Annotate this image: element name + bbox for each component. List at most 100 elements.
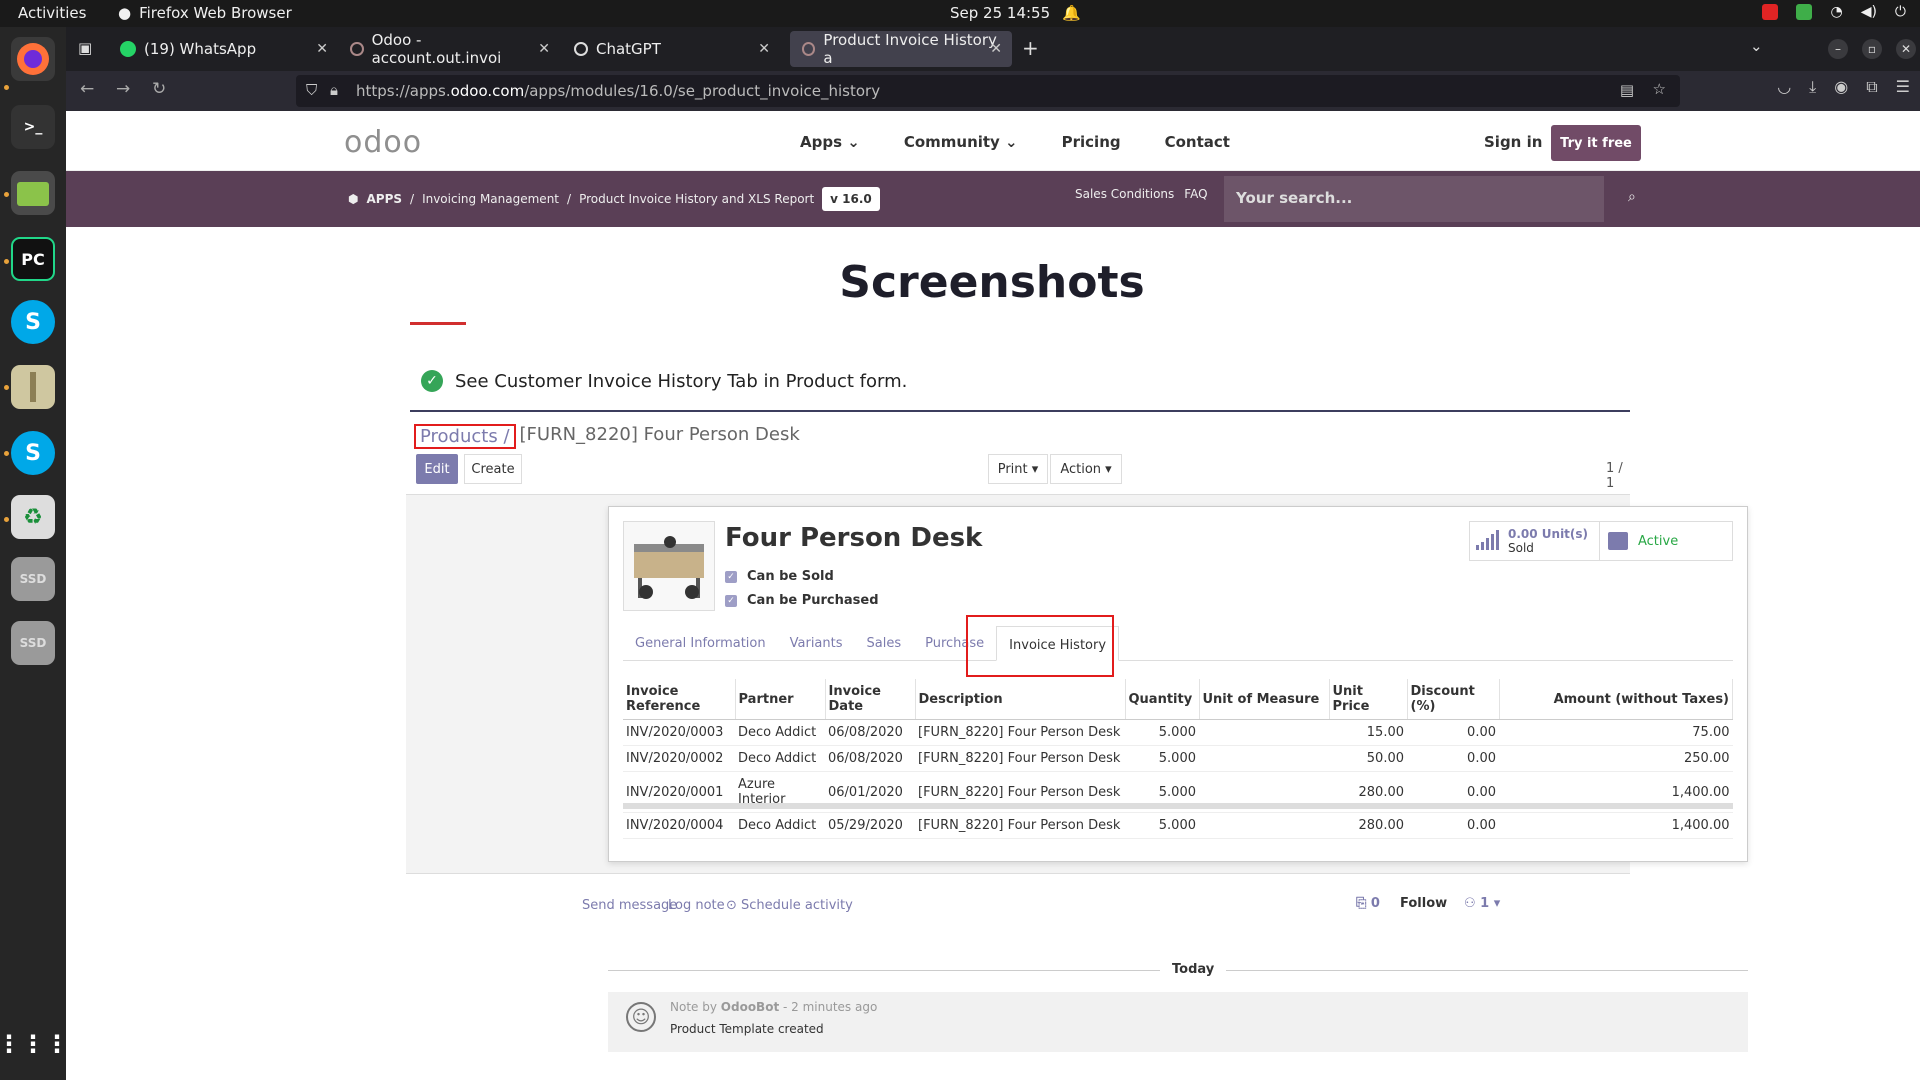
power-icon[interactable]: ⏻ [1895, 4, 1906, 20]
checkbox-icon[interactable]: ✓ [725, 570, 737, 583]
can-be-sold-checkbox[interactable]: ✓ Can be Sold [725, 569, 834, 584]
faq-link[interactable]: FAQ [1184, 187, 1207, 201]
tab-variants[interactable]: Variants [778, 625, 855, 660]
restore-button[interactable]: ▫ [1862, 39, 1882, 59]
download-icon[interactable]: ⤓ [1809, 77, 1816, 97]
col-amount[interactable]: Amount (without Taxes) [1499, 679, 1733, 720]
pocket-icon[interactable]: ◡ [1777, 77, 1791, 97]
close-icon[interactable]: ✕ [538, 41, 550, 57]
col-quantity[interactable]: Quantity [1125, 679, 1200, 720]
volume-icon[interactable]: ◀) [1861, 4, 1877, 20]
col-unit-price[interactable]: Unit Price [1329, 679, 1408, 720]
nav-community[interactable]: Community ⌄ [904, 133, 1018, 151]
account-icon[interactable]: ◉ [1834, 77, 1848, 97]
sold-value: 0.00 Unit(s) [1508, 527, 1589, 541]
nav-contact[interactable]: Contact [1165, 133, 1230, 151]
log-note-button[interactable]: Log note [668, 898, 725, 913]
col-description[interactable]: Description [915, 679, 1126, 720]
breadcrumb-apps[interactable]: APPS [366, 192, 402, 206]
trash-dock-icon[interactable]: ♻ [11, 495, 55, 539]
col-unit-of-measure[interactable]: Unit of Measure [1199, 679, 1330, 720]
ssd-drive-icon-2[interactable]: SSD [11, 621, 55, 665]
tab-odoo-invoice[interactable]: Odoo - account.out.invoi ✕ [338, 31, 560, 67]
clock[interactable]: Sep 25 14:55 🔔 [950, 4, 1081, 22]
print-dropdown[interactable]: Print ▾ [988, 454, 1048, 484]
search-icon[interactable]: ⌕ [1628, 189, 1636, 205]
firefox-dock-icon[interactable] [11, 37, 55, 81]
try-free-button[interactable]: Try it free [1551, 125, 1641, 161]
files-dock-icon[interactable] [11, 171, 55, 215]
url-bar[interactable]: ⛉ 🔒︎ https://apps. odoo.com/apps/modules/… [296, 75, 1680, 107]
tab-general-information[interactable]: General Information [623, 625, 778, 660]
schedule-activity-button[interactable]: ⊙ Schedule activity [726, 898, 853, 913]
close-icon[interactable]: ✕ [316, 41, 328, 57]
info-links: Sales Conditions FAQ [1075, 187, 1208, 201]
bookmark-star-icon[interactable]: ☆ [1653, 80, 1666, 98]
odoo-logo[interactable]: odoo [344, 125, 422, 160]
menu-icon[interactable]: ☰ [1896, 77, 1910, 97]
note-author[interactable]: OdooBot [721, 1000, 779, 1014]
sales-conditions-link[interactable]: Sales Conditions [1075, 187, 1174, 201]
lock-icon[interactable]: 🔒︎ [330, 81, 338, 99]
tab-product-invoice-history[interactable]: Product Invoice History a ✕ [790, 31, 1012, 67]
skype-dock-icon[interactable]: S [11, 300, 55, 344]
nav-apps[interactable]: Apps ⌄ [800, 133, 860, 151]
table-cell: 06/08/2020 [825, 745, 915, 772]
sign-in-link[interactable]: Sign in [1484, 133, 1542, 151]
back-arrow-icon[interactable]: ← [80, 79, 94, 99]
reader-view-icon[interactable]: ▤ [1620, 81, 1634, 99]
table-row[interactable]: INV/2020/0004 Deco Addict 05/29/2020 [FURN_… [623, 812, 1733, 839]
archive-dock-icon[interactable] [11, 365, 55, 409]
shield-icon[interactable]: ⛉ [306, 81, 317, 99]
ssd-drive-icon[interactable]: SSD [11, 557, 55, 601]
pycharm-dock-icon[interactable]: PC [11, 237, 55, 281]
activities-button[interactable]: Activities [18, 4, 86, 22]
tab-sales[interactable]: Sales [855, 625, 914, 660]
tab-list-chevron-icon[interactable]: ⌄ [1750, 37, 1763, 55]
col-discount[interactable]: Discount (%) [1407, 679, 1500, 720]
extensions-icon[interactable]: ⧉ [1866, 77, 1877, 97]
minimize-button[interactable]: – [1828, 39, 1848, 59]
tab-chatgpt[interactable]: ChatGPT ✕ [562, 31, 780, 67]
version-badge[interactable]: v 16.0 [822, 187, 880, 211]
wifi-icon[interactable]: ◔ [1830, 4, 1842, 20]
send-message-button[interactable]: Send message [582, 898, 677, 913]
pager[interactable]: 1 / 1 [1606, 461, 1630, 491]
breadcrumb-products[interactable]: Products / [414, 424, 516, 449]
col-invoice-reference[interactable]: Invoice Reference [623, 679, 736, 720]
action-dropdown[interactable]: Action ▾ [1050, 454, 1122, 484]
skype-dock-icon-2[interactable]: S [11, 431, 55, 475]
nav-pricing[interactable]: Pricing [1062, 133, 1121, 151]
table-row[interactable]: INV/2020/0003 Deco Addict 06/08/2020 [FURN_… [623, 719, 1733, 746]
tab-overview-icon[interactable]: ▣ [78, 39, 92, 57]
followers-button[interactable]: ⚇ 1 ▾ [1464, 896, 1500, 911]
edit-button[interactable]: Edit [416, 454, 458, 484]
create-button[interactable]: Create [464, 454, 522, 484]
breadcrumb-module[interactable]: Product Invoice History and XLS Report [579, 192, 814, 206]
system-tray[interactable]: ◔ ◀) ⏻ [1762, 4, 1906, 20]
tab-whatsapp[interactable]: (19) WhatsApp ✕ [108, 31, 338, 67]
follow-button[interactable]: Follow [1400, 896, 1447, 911]
close-icon[interactable]: ✕ [990, 41, 1002, 57]
terminal-dock-icon[interactable]: >_ [11, 105, 55, 149]
sold-smart-button[interactable]: 0.00 Unit(s) Sold [1470, 522, 1600, 560]
close-window-button[interactable]: ✕ [1896, 39, 1916, 59]
record-indicator-icon[interactable] [1762, 4, 1779, 20]
update-indicator-icon[interactable] [1796, 4, 1813, 20]
new-tab-button[interactable]: + [1022, 36, 1039, 60]
active-toggle-button[interactable]: Active [1600, 522, 1732, 560]
col-invoice-date[interactable]: Invoice Date [825, 679, 916, 720]
col-partner[interactable]: Partner [735, 679, 826, 720]
table-row[interactable]: INV/2020/0002 Deco Addict 06/08/2020 [FURN_… [623, 745, 1733, 772]
forward-arrow-icon[interactable]: → [116, 79, 130, 99]
close-icon[interactable]: ✕ [758, 41, 770, 57]
breadcrumb-invoicing[interactable]: Invoicing Management [422, 192, 559, 206]
app-menu[interactable]: ● Firefox Web Browser [118, 4, 292, 22]
table-cell: [FURN_8220] Four Person Desk [915, 812, 1125, 839]
attachments-button[interactable]: ⎘ 0 [1356, 896, 1380, 911]
reload-icon[interactable]: ↻ [152, 79, 166, 99]
show-apps-icon[interactable]: ⋮⋮⋮ [0, 1022, 69, 1066]
search-input[interactable]: Your search... [1224, 176, 1604, 222]
checkbox-icon[interactable]: ✓ [725, 594, 737, 607]
can-be-purchased-checkbox[interactable]: ✓ Can be Purchased [725, 593, 879, 608]
